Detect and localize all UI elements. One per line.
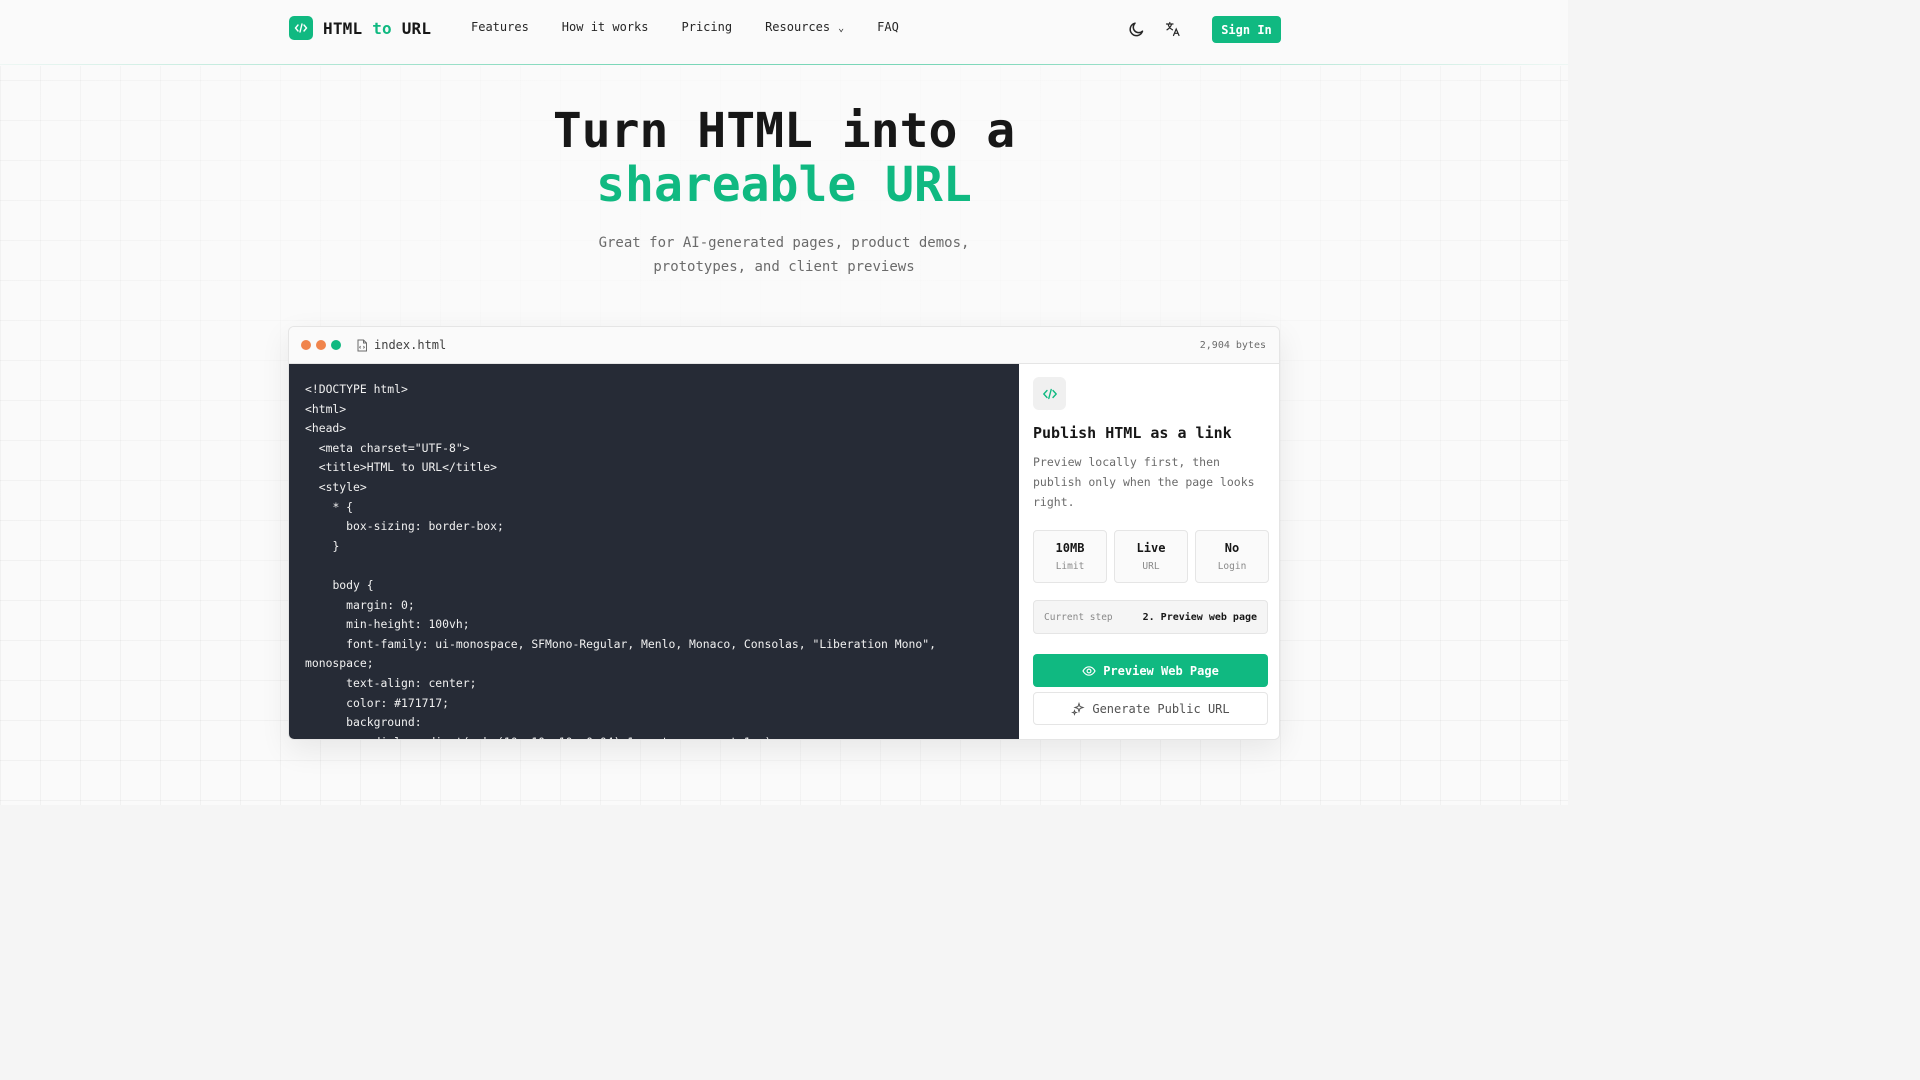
nav-link-features[interactable]: Features [471, 20, 529, 34]
stat-label: Limit [1055, 561, 1085, 572]
generate-public-url-button[interactable]: Generate Public URL [1033, 692, 1268, 725]
code-icon [1033, 377, 1066, 410]
stat-value: Live [1136, 541, 1166, 555]
moon-icon[interactable] [1127, 19, 1147, 39]
hero-subtitle: Great for AI-generated pages, product de… [598, 235, 970, 275]
panel-description: Preview locally first, then publish only… [1033, 455, 1255, 509]
nav-link-pricing[interactable]: Pricing [682, 20, 733, 34]
window-dot-red [301, 340, 311, 350]
code-content[interactable]: <!DOCTYPE html> <html> <head> <meta char… [289, 364, 1019, 739]
top-navbar: HTML to URL Features How it works Pricin… [0, 0, 1568, 66]
nav-link-resources-label: Resources [765, 20, 831, 34]
brand-name: HTML to URL [323, 18, 432, 38]
publish-panel: Publish HTML as a link Preview locally f… [1019, 364, 1279, 739]
nav-divider [0, 64, 1568, 65]
brand[interactable]: HTML to URL [289, 16, 431, 40]
panel-title: Publish HTML as a link [1033, 424, 1232, 442]
stats-row: 10MB Limit Live URL No Login [1033, 530, 1269, 583]
stat-label: Login [1217, 561, 1247, 572]
editor-header: index.html 2,904 bytes [289, 327, 1279, 364]
chevron-down-icon: ⌄ [838, 23, 845, 34]
generate-button-label: Generate Public URL [1092, 701, 1230, 716]
hero-title-line2: shareable URL [596, 157, 972, 213]
stat-no-login: No Login [1195, 530, 1269, 583]
window-dot-green [331, 340, 341, 350]
brand-logo-icon [289, 16, 313, 40]
stat-limit: 10MB Limit [1033, 530, 1107, 583]
nav-link-resources[interactable]: Resources ⌄ [765, 20, 844, 34]
nav-links: Features How it works Pricing Resources ⌄… [471, 20, 899, 34]
stat-label: URL [1142, 561, 1160, 572]
preview-web-page-button[interactable]: Preview Web Page [1033, 654, 1268, 687]
window-dot-orange [316, 340, 326, 350]
code-editor[interactable]: <!DOCTYPE html> <html> <head> <meta char… [289, 364, 1019, 739]
current-step-value: 2. Preview web page [1142, 611, 1257, 623]
editor-card: index.html 2,904 bytes <!DOCTYPE html> <… [288, 326, 1280, 740]
current-step-label: Current step [1044, 611, 1113, 623]
sparkles-icon [1071, 701, 1085, 716]
hero-title-line1: Turn HTML into a [552, 103, 1016, 159]
eye-icon [1082, 665, 1096, 676]
preview-button-label: Preview Web Page [1103, 663, 1219, 678]
file-name: index.html [374, 338, 447, 352]
translate-icon[interactable] [1163, 19, 1183, 39]
stat-live-url: Live URL [1114, 530, 1188, 583]
byte-count: 2,904 bytes [1199, 339, 1266, 351]
nav-link-faq[interactable]: FAQ [877, 20, 899, 34]
stat-value: No [1224, 541, 1240, 555]
nav-link-how-it-works[interactable]: How it works [562, 20, 649, 34]
stat-value: 10MB [1055, 541, 1085, 555]
current-step: Current step 2. Preview web page [1033, 600, 1268, 634]
hero-title: Turn HTML into a shareable URL [0, 104, 1568, 212]
sign-in-button[interactable]: Sign In [1212, 16, 1281, 43]
file-icon [356, 339, 368, 352]
